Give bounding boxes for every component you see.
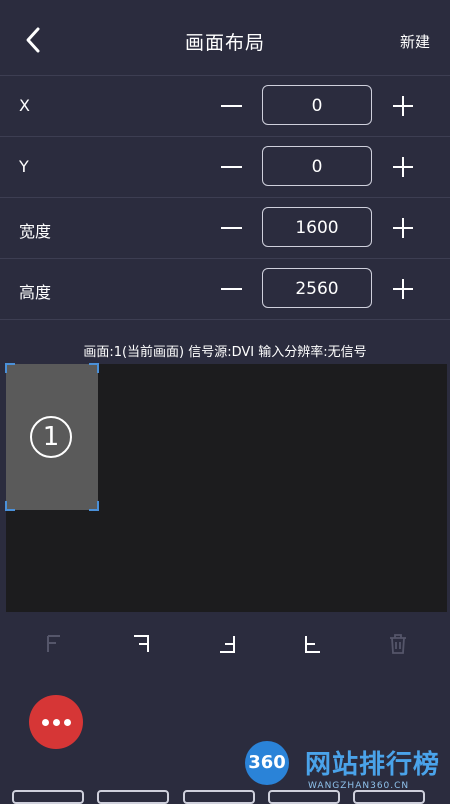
decrement-height-button[interactable] — [221, 275, 245, 303]
decrement-x-button[interactable] — [221, 92, 245, 120]
field-row-x: X — [0, 75, 450, 137]
more-actions-button[interactable] — [29, 695, 83, 749]
align-top-right-icon — [134, 635, 149, 652]
bottom-tab-1[interactable] — [12, 790, 84, 804]
align-top-right-button[interactable] — [130, 632, 154, 656]
divider — [0, 319, 450, 320]
field-row-height: 高度 — [0, 258, 450, 320]
align-top-left-icon — [47, 635, 60, 652]
layout-canvas[interactable]: 1 — [5, 363, 447, 612]
increment-height-button[interactable] — [392, 275, 416, 303]
trash-icon — [390, 634, 406, 654]
bottom-tab-5[interactable] — [353, 790, 425, 804]
screen-window-1[interactable]: 1 — [5, 363, 99, 511]
align-bottom-left-icon — [305, 636, 320, 653]
watermark-logo: 360 网站排行榜 WANGZHAN360.CN — [240, 741, 450, 795]
page-title: 画面布局 — [184, 32, 265, 54]
bottom-tab-3[interactable] — [183, 790, 255, 804]
header-bar: 画面布局 新建 — [0, 0, 450, 80]
increment-x-button[interactable] — [392, 92, 416, 120]
screen-info-text: 画面:1(当前画面) 信号源:DVI 输入分辨率:无信号 — [83, 345, 367, 360]
increment-y-button[interactable] — [392, 153, 416, 181]
align-top-left-button[interactable] — [44, 632, 68, 656]
delete-button[interactable] — [386, 632, 410, 656]
width-input[interactable] — [262, 207, 372, 247]
decrement-y-button[interactable] — [221, 153, 245, 181]
align-bottom-left-button[interactable] — [301, 632, 325, 656]
watermark-text: 网站排行榜 — [305, 750, 441, 780]
resize-handle-bottom-left[interactable] — [5, 501, 15, 511]
field-row-y: Y — [0, 136, 450, 198]
screen-number-badge: 1 — [30, 416, 72, 458]
new-button[interactable]: 新建 — [400, 31, 430, 52]
increment-width-button[interactable] — [392, 214, 416, 242]
field-label-y: Y — [19, 157, 29, 176]
x-input[interactable] — [262, 85, 372, 125]
height-input[interactable] — [262, 268, 372, 308]
resize-handle-top-left[interactable] — [5, 363, 15, 373]
decrement-width-button[interactable] — [221, 214, 245, 242]
resize-handle-top-right[interactable] — [89, 363, 99, 373]
watermark-badge: 360 — [245, 741, 289, 785]
bottom-tab-4[interactable] — [268, 790, 340, 804]
align-bottom-right-icon — [220, 636, 235, 653]
field-row-width: 宽度 — [0, 197, 450, 259]
bottom-tab-2[interactable] — [97, 790, 169, 804]
align-bottom-right-button[interactable] — [216, 632, 240, 656]
field-label-height: 高度 — [19, 283, 52, 302]
y-input[interactable] — [262, 146, 372, 186]
field-label-width: 宽度 — [19, 222, 52, 241]
field-label-x: X — [19, 96, 30, 115]
resize-handle-bottom-right[interactable] — [89, 501, 99, 511]
